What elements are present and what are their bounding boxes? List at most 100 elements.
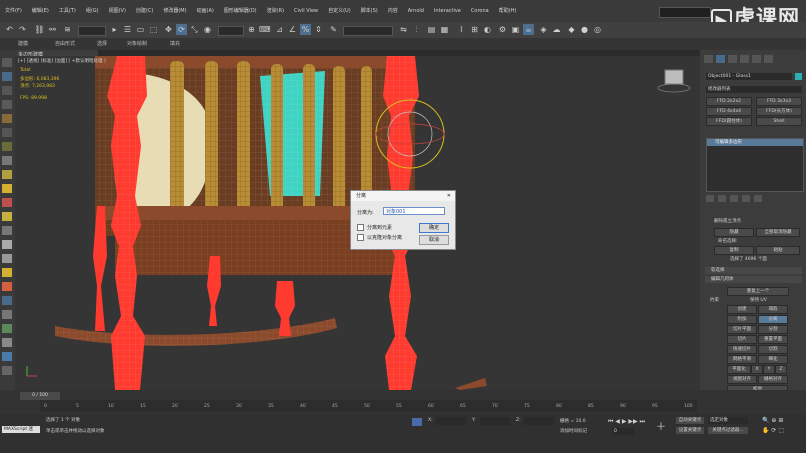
scene-icon[interactable]: [2, 338, 12, 347]
reference-coord-dropdown[interactable]: [218, 26, 244, 36]
place-icon[interactable]: ◉: [202, 24, 213, 35]
menu-tools[interactable]: 工具(T): [54, 0, 81, 22]
sphere-icon[interactable]: [2, 226, 12, 235]
menu-modifiers[interactable]: 修改器(M): [158, 0, 191, 22]
display-icon[interactable]: [2, 114, 12, 123]
quickslice-button[interactable]: 快速切片: [727, 345, 757, 354]
tessellate-button[interactable]: 细化: [758, 355, 788, 364]
preserve-uv-option[interactable]: 保持 UV: [750, 297, 767, 303]
create-button[interactable]: 创建: [727, 305, 757, 314]
menu-file[interactable]: 文件(F): [0, 0, 27, 22]
corona-render-icon[interactable]: ●: [579, 24, 590, 35]
key-mode-dropdown[interactable]: 选定对象: [708, 417, 748, 424]
edit-named-sel-icon[interactable]: ✎: [328, 24, 339, 35]
current-frame-field[interactable]: 0: [612, 428, 634, 435]
snap-icon[interactable]: ⊿: [274, 24, 285, 35]
cone-icon[interactable]: [2, 254, 12, 263]
track-bar[interactable]: 0 5 10 15 20 25 30 35 40 45 50 55 60 65 70 75 80 85 90 95 10…: [40, 400, 697, 412]
border-icon[interactable]: [2, 184, 12, 193]
playback-controls[interactable]: ⏮ ◀ ▶ ▶▶ ⏭: [608, 418, 645, 426]
time-slider[interactable]: 0 / 100: [20, 392, 60, 400]
keyboard-shortcut-icon[interactable]: ⌨: [259, 24, 271, 35]
modifier-btn-d[interactable]: FFD(长方体): [756, 107, 802, 116]
edit-geometry-rollout[interactable]: 编辑几何体: [705, 276, 802, 283]
meshsmooth-button[interactable]: 网格平滑: [727, 355, 757, 364]
schematic-view-icon[interactable]: ⊞: [469, 24, 480, 35]
viewport-label[interactable]: [+] [透视] [标准] [边面] [ +默认明暗处理 ]: [18, 58, 106, 64]
pin-stack-icon[interactable]: [706, 195, 714, 202]
select-by-name-icon[interactable]: ☰: [122, 24, 133, 35]
ok-button[interactable]: 确定: [419, 223, 449, 233]
link-icon[interactable]: ⛓: [34, 24, 45, 35]
camera-icon[interactable]: [2, 282, 12, 291]
bind-space-warp-icon[interactable]: ≋: [62, 24, 73, 35]
modifier-btn-a[interactable]: FFD 2x2x2: [706, 97, 752, 106]
selected-foot-back2[interactable]: [207, 256, 221, 326]
layer-explorer-icon[interactable]: ▤: [426, 24, 437, 35]
view-align-button[interactable]: 视图对齐: [727, 375, 757, 384]
create-icon[interactable]: [2, 58, 12, 67]
cylinder-icon[interactable]: [2, 240, 12, 249]
auto-key-button[interactable]: 自动关键点: [676, 417, 704, 424]
repeat-last-button[interactable]: 重复上一个: [727, 287, 789, 296]
plus-icon[interactable]: ＋: [656, 418, 666, 433]
display-tab-icon[interactable]: [752, 55, 761, 63]
pivot-icon[interactable]: ⊕: [246, 24, 257, 35]
tab-populate[interactable]: 填充: [170, 40, 180, 47]
modify-icon[interactable]: [2, 72, 12, 81]
corona-ipr-icon[interactable]: ◎: [592, 24, 603, 35]
checkbox[interactable]: [357, 224, 364, 231]
key-filters-button[interactable]: 关键点过滤器...: [708, 427, 748, 434]
hide-button[interactable]: 隐藏: [714, 228, 754, 237]
delete-isolated-option[interactable]: 删除孤立顶点: [714, 218, 741, 224]
grid-align-button[interactable]: 栅格对齐: [758, 375, 788, 384]
rect-selection-icon[interactable]: ▭: [135, 24, 146, 35]
set-key-button[interactable]: 设置关键点: [676, 427, 704, 434]
menu-animation[interactable]: 动画(A): [192, 0, 219, 22]
search-input[interactable]: [659, 7, 711, 18]
menu-group[interactable]: 组(G): [81, 0, 104, 22]
soft-selection-rollout[interactable]: 软选择: [705, 267, 802, 274]
rotate-icon[interactable]: ⟳: [176, 24, 187, 35]
select-object-icon[interactable]: ▸: [109, 24, 120, 35]
modifier-btn-e[interactable]: FFD(圆柱体): [706, 117, 752, 126]
make-planar-button[interactable]: 平面化: [727, 365, 751, 374]
modify-tab-icon[interactable]: [716, 55, 725, 63]
spinner-snap-icon[interactable]: ⇕: [313, 24, 324, 35]
menu-edit[interactable]: 编辑(E): [27, 0, 54, 22]
menu-content[interactable]: 内容: [383, 0, 403, 22]
viewcube[interactable]: [664, 69, 684, 85]
menu-view[interactable]: 视图(V): [104, 0, 131, 22]
stack-item[interactable]: 可编辑多边形: [707, 139, 803, 146]
add-time-tag[interactable]: 添加时间标记: [560, 428, 587, 434]
curve-editor-icon[interactable]: ⌇: [456, 24, 467, 35]
checkbox[interactable]: [357, 234, 364, 241]
create-tab-icon[interactable]: [704, 55, 713, 63]
slice-button[interactable]: 切片: [727, 335, 757, 344]
maxscript-listener[interactable]: MAXScript 迷: [2, 426, 40, 433]
undo-icon[interactable]: ↶: [4, 24, 15, 35]
arnold-icon[interactable]: ◆: [566, 24, 577, 35]
selection-lock-icon[interactable]: [412, 418, 422, 426]
redo-icon[interactable]: ↷: [17, 24, 28, 35]
rendered-frame-icon[interactable]: ▣: [510, 24, 521, 35]
planar-z-button[interactable]: Z: [775, 365, 787, 374]
modifier-btn-f[interactable]: Shell: [756, 117, 802, 126]
light-icon[interactable]: [2, 268, 12, 277]
detach-as-clone-option[interactable]: 以克隆对象分离: [357, 234, 402, 241]
helper-icon[interactable]: [2, 296, 12, 305]
menu-graph-editors[interactable]: 图形编辑器(D): [219, 0, 262, 22]
menu-civil-view[interactable]: Civil View: [289, 0, 323, 22]
menu-create[interactable]: 创建(C): [131, 0, 158, 22]
utilities-icon[interactable]: [2, 128, 12, 137]
toggle-ribbon-icon[interactable]: ▦: [439, 24, 450, 35]
object-name-field[interactable]: Object001 - Glass1: [706, 73, 792, 80]
selection-filter-dropdown[interactable]: [78, 26, 106, 36]
close-icon[interactable]: ✕: [447, 191, 451, 201]
scale-icon[interactable]: ⤡: [189, 24, 200, 35]
planar-x-button[interactable]: X: [751, 365, 763, 374]
material-editor-icon[interactable]: ◐: [482, 24, 493, 35]
attach-button[interactable]: 附加: [727, 315, 757, 324]
mirror-icon[interactable]: ⇋: [398, 24, 409, 35]
configure-sets-icon[interactable]: [754, 195, 762, 202]
